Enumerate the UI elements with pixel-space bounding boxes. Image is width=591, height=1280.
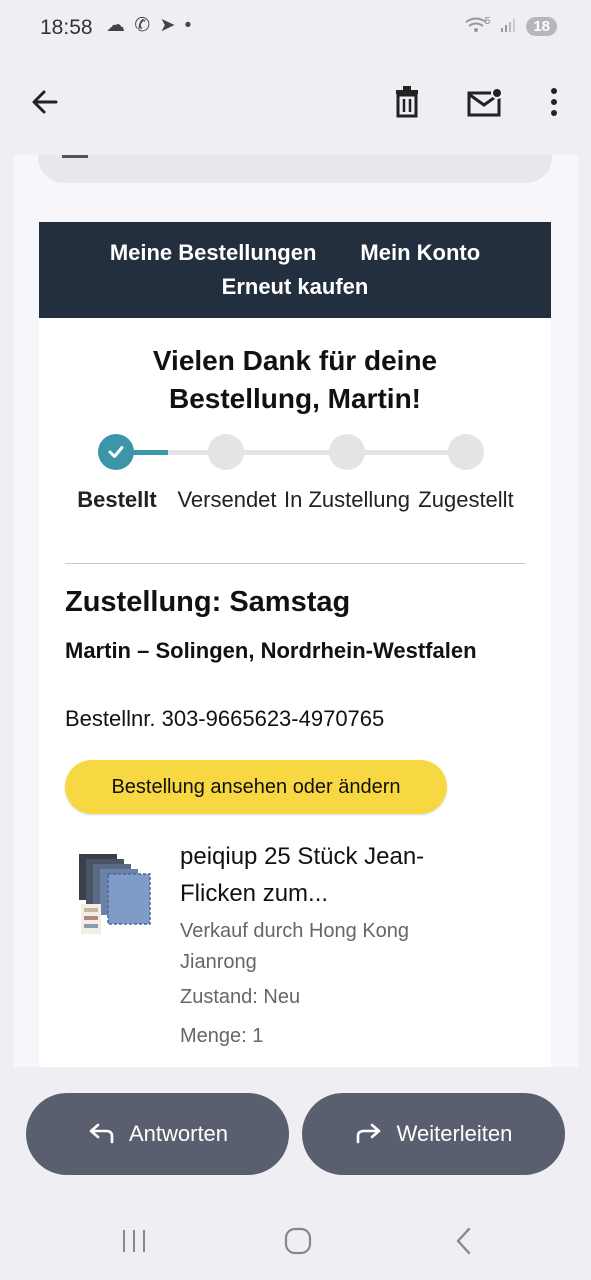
app-bar [0,62,591,154]
product-title[interactable]: peiqiup 25 Stück Jean-Flicken zum... [180,838,480,912]
trash-icon[interactable] [381,76,433,128]
step-label-out-for-delivery: In Zustellung [284,487,410,512]
delivery-title: Zustellung: Samstag [65,586,351,618]
pill-dash [62,155,88,158]
system-status-icons: 5 18 [465,16,557,36]
check-icon [108,446,124,458]
order-number: Bestellnr. 303-9665623-4970765 [65,706,385,731]
shipment-progress: Bestellt Versendet In Zustellung Zugeste… [39,428,551,548]
product-quantity: Menge: 1 [180,1025,264,1047]
view-or-change-order-button[interactable]: Bestellung ansehen oder ändern [65,760,447,814]
mail-unread-icon[interactable] [459,76,511,128]
product-condition: Zustand: Neu [180,986,301,1008]
recent-apps-icon[interactable] [106,1218,162,1264]
back-nav-icon[interactable] [436,1218,492,1264]
step-dot-delivered [448,434,484,470]
product-seller: Verkauf durch Hong Kong Jianrong [180,920,410,973]
divider [65,563,525,564]
thanks-line-1: Vielen Dank für deine [152,345,438,376]
email-body: Meine Bestellungen Mein Konto Erneut kau… [39,222,551,1067]
step-dot-ordered [98,434,134,470]
step-label-ordered: Bestellt [77,487,157,512]
email-nav-bar: Meine Bestellungen Mein Konto Erneut kau… [39,222,551,318]
reply-label: Antworten [128,1121,229,1146]
battery-indicator: 18 [526,17,557,36]
wifi-label: 5 [484,16,491,27]
thanks-line-2: Bestellung, Martin! [168,383,421,414]
step-label-delivered: Zugestellt [418,487,514,512]
reply-button[interactable]: Antworten [26,1093,289,1175]
forward-label: Weiterleiten [396,1121,513,1146]
link-my-account[interactable]: Mein Konto [360,240,480,266]
header-pill [38,155,552,183]
recipient-address: Martin – Solingen, Nordrhein-Westfalen [65,638,477,663]
status-bar: 18:58 ☁ ✆ ➤ • 5 18 [0,0,591,62]
signal-icon [500,17,516,36]
wifi-icon [465,17,487,36]
step-dot-shipped [208,434,244,470]
product-image[interactable] [77,852,157,942]
home-icon[interactable] [270,1218,326,1264]
step-dot-out-for-delivery [329,434,365,470]
reply-icon [89,1123,114,1144]
link-my-orders[interactable]: Meine Bestellungen [110,240,317,266]
forward-icon [356,1123,380,1144]
back-arrow-icon[interactable] [19,76,71,128]
notification-icons: ☁ ✆ ➤ • [106,15,194,36]
link-buy-again[interactable]: Erneut kaufen [222,274,369,299]
thanks-heading: Vielen Dank für deine Bestellung, Martin… [39,342,551,418]
more-vertical-icon[interactable] [528,76,580,128]
forward-button[interactable]: Weiterleiten [302,1093,565,1175]
progress-track [116,450,466,455]
status-time: 18:58 [40,16,93,39]
step-label-shipped: Versendet [177,487,277,512]
email-content[interactable]: Meine Bestellungen Mein Konto Erneut kau… [14,155,578,1067]
